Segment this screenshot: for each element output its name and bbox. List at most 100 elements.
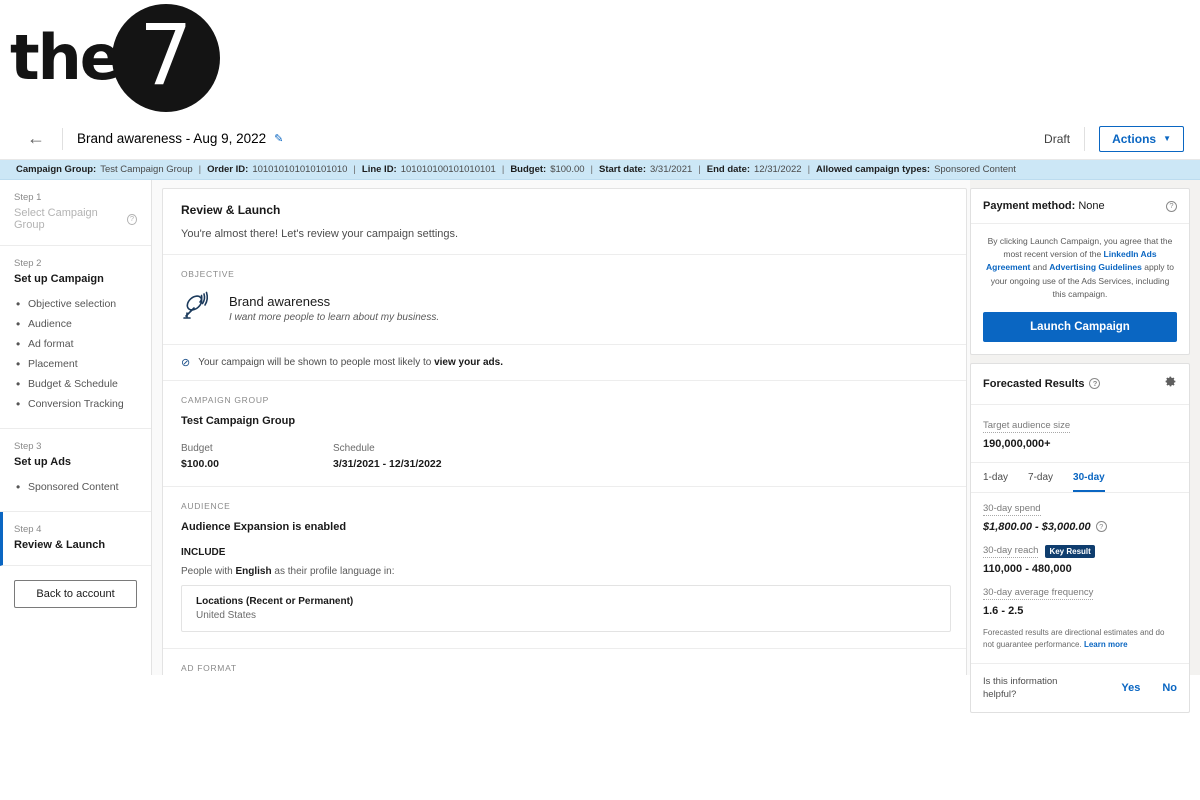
- campaign-group-section-label: CAMPAIGN GROUP: [181, 395, 948, 405]
- helpful-question: Is this information helpful?: [983, 675, 1078, 702]
- step-name-label: Set up Ads: [14, 456, 71, 468]
- helpful-feedback-row: Is this information helpful? Yes No: [971, 664, 1189, 713]
- step-number: Step 3: [14, 441, 137, 452]
- launch-disclaimer: By clicking Launch Campaign, you agree t…: [983, 235, 1177, 301]
- divider: [1084, 127, 1085, 151]
- step-sidebar: Step 1 Select Campaign Group? Step 2Set up…: [0, 180, 152, 675]
- forecast-metric-value-row: 1.6 - 2.5: [983, 600, 1177, 617]
- substep-list: Sponsored Content: [14, 477, 137, 497]
- forecast-metric-label-row: 30-day reachKey Result: [983, 545, 1177, 558]
- objective-text: Brand awareness I want more people to le…: [229, 294, 439, 323]
- sidebar-step-3[interactable]: Step 3 Set up Ads Sponsored Content: [0, 429, 151, 512]
- actions-button[interactable]: Actions ▼: [1099, 126, 1184, 152]
- forecast-range-tabs: 1-day 7-day 30-day: [971, 463, 1189, 493]
- forecast-tab-7-day[interactable]: 7-day: [1028, 463, 1053, 492]
- schedule-col: Schedule 3/31/2021 - 12/31/2022: [333, 443, 485, 470]
- sidebar-substep-conversion-tracking[interactable]: Conversion Tracking: [14, 394, 137, 414]
- step-name: Set up Ads: [14, 456, 137, 468]
- target-audience-size-value: 190,000,000+: [983, 438, 1177, 450]
- review-subtitle: You're almost there! Let's review your c…: [181, 228, 948, 240]
- forecast-panel: Forecasted Results ? Target audience siz…: [970, 363, 1190, 714]
- arrow-left-icon[interactable]: ←: [24, 127, 48, 151]
- audience-section: AUDIENCE Audience Expansion is enabled I…: [163, 487, 966, 649]
- learn-more-link[interactable]: Learn more: [1084, 640, 1128, 649]
- question-circle-icon[interactable]: ?: [1089, 378, 1100, 389]
- forecast-tab-1-day[interactable]: 1-day: [983, 463, 1008, 492]
- campaign-group-name: Test Campaign Group: [181, 415, 948, 427]
- forecast-metric-label: 30-day spend: [983, 503, 1041, 516]
- site-logo[interactable]: the 7: [10, 4, 220, 112]
- helpful-no-button[interactable]: No: [1162, 682, 1177, 694]
- info-label: Line ID:: [362, 164, 397, 175]
- sidebar-step-1[interactable]: Step 1 Select Campaign Group?: [0, 180, 151, 246]
- advertising-guidelines-link[interactable]: Advertising Guidelines: [1049, 262, 1142, 272]
- helpful-yes-button[interactable]: Yes: [1121, 682, 1140, 694]
- info-separator: |: [199, 164, 201, 175]
- chevron-down-icon: ▼: [1163, 134, 1171, 143]
- info-value: 12/31/2022: [754, 164, 802, 175]
- objective-row: Brand awareness I want more people to le…: [181, 289, 948, 328]
- page-title: Brand awareness - Aug 9, 2022: [77, 131, 266, 146]
- key-result-badge: Key Result: [1045, 545, 1094, 558]
- locations-box: Locations (Recent or Permanent) United S…: [181, 585, 951, 632]
- info-label: Budget:: [510, 164, 546, 175]
- sidebar-step-4[interactable]: Step 4 Review & Launch: [0, 512, 151, 566]
- info-value: 3/31/2021: [650, 164, 692, 175]
- sidebar-substep-budget-schedule[interactable]: Budget & Schedule: [14, 374, 137, 394]
- review-title: Review & Launch: [181, 203, 948, 217]
- forecast-disclaimer-text: Forecasted results are directional estim…: [983, 628, 1164, 649]
- sidebar-substep-sponsored-content[interactable]: Sponsored Content: [14, 477, 137, 497]
- forecast-metric-label-row: 30-day spend: [983, 503, 1177, 516]
- step-name-label: Review & Launch: [14, 539, 105, 551]
- sidebar-substep-ad-format[interactable]: Ad format: [14, 334, 137, 354]
- forecast-metric-value-row: $1,800.00 - $3,000.00?: [983, 516, 1177, 533]
- sidebar-substep-audience[interactable]: Audience: [14, 314, 137, 334]
- question-circle-icon[interactable]: ?: [127, 214, 137, 225]
- forecast-metrics: 30-day spend$1,800.00 - $3,000.00?30-day…: [971, 493, 1189, 664]
- launch-campaign-button[interactable]: Launch Campaign: [983, 312, 1177, 342]
- objective-note-text: Your campaign will be shown to people mo…: [198, 357, 503, 368]
- campaign-info-strip: Campaign Group:Test Campaign Group|Order…: [0, 160, 1200, 180]
- info-label: Campaign Group:: [16, 164, 96, 175]
- payment-panel-body: By clicking Launch Campaign, you agree t…: [971, 224, 1189, 354]
- back-to-account-wrap: Back to account: [0, 566, 151, 622]
- logo-circle-badge: 7: [112, 4, 220, 112]
- back-to-account-button[interactable]: Back to account: [14, 580, 137, 608]
- forecast-metric: 30-day spend$1,800.00 - $3,000.00?: [983, 503, 1177, 533]
- forecast-disclaimer: Forecasted results are directional estim…: [983, 627, 1177, 651]
- gear-icon[interactable]: [1164, 375, 1177, 393]
- info-value: 101010101010101010: [252, 164, 347, 175]
- forecast-metric-label-row: 30-day average frequency: [983, 587, 1177, 600]
- forecast-metric: 30-day reachKey Result110,000 - 480,000: [983, 545, 1177, 575]
- forecast-metric-label: 30-day average frequency: [983, 587, 1093, 600]
- sidebar-substep-placement[interactable]: Placement: [14, 354, 137, 374]
- step-number: Step 4: [14, 524, 137, 535]
- objective-name: Brand awareness: [229, 294, 439, 309]
- payment-panel: Payment method: None ? By clicking Launc…: [970, 188, 1190, 355]
- pencil-icon[interactable]: ✎: [274, 132, 283, 145]
- question-circle-icon[interactable]: ?: [1166, 201, 1177, 212]
- forecast-tab-30-day[interactable]: 30-day: [1073, 463, 1105, 492]
- forecast-metric: 30-day average frequency1.6 - 2.5: [983, 587, 1177, 617]
- sidebar-step-2[interactable]: Step 2Set up CampaignObjective selection…: [0, 246, 151, 429]
- review-card-header: Review & Launch You're almost there! Let…: [163, 189, 966, 255]
- sidebar-substep-objective-selection[interactable]: Objective selection: [14, 294, 137, 314]
- satellite-dish-icon: [181, 289, 215, 328]
- step-number: Step 1: [14, 192, 137, 203]
- info-separator: |: [353, 164, 355, 175]
- payment-method-line: Payment method: None: [983, 200, 1105, 212]
- step-name-label: Select Campaign Group: [14, 207, 121, 231]
- info-label: Order ID:: [207, 164, 248, 175]
- right-rail: Payment method: None ? By clicking Launc…: [970, 180, 1200, 675]
- actions-button-label: Actions: [1112, 132, 1156, 146]
- budget-value: $100.00: [181, 458, 333, 470]
- objective-note: ⊘ Your campaign will be shown to people …: [181, 356, 948, 369]
- app-shell: Step 1 Select Campaign Group? Step 2Set up…: [0, 180, 1200, 675]
- info-value: Sponsored Content: [934, 164, 1016, 175]
- info-label: Allowed campaign types:: [816, 164, 930, 175]
- locations-title: Locations (Recent or Permanent): [196, 596, 936, 607]
- locations-value: United States: [196, 610, 936, 621]
- question-circle-icon[interactable]: ?: [1096, 521, 1107, 532]
- objective-section-label: OBJECTIVE: [181, 269, 948, 279]
- topbar-actions: Draft Actions ▼: [1044, 126, 1184, 152]
